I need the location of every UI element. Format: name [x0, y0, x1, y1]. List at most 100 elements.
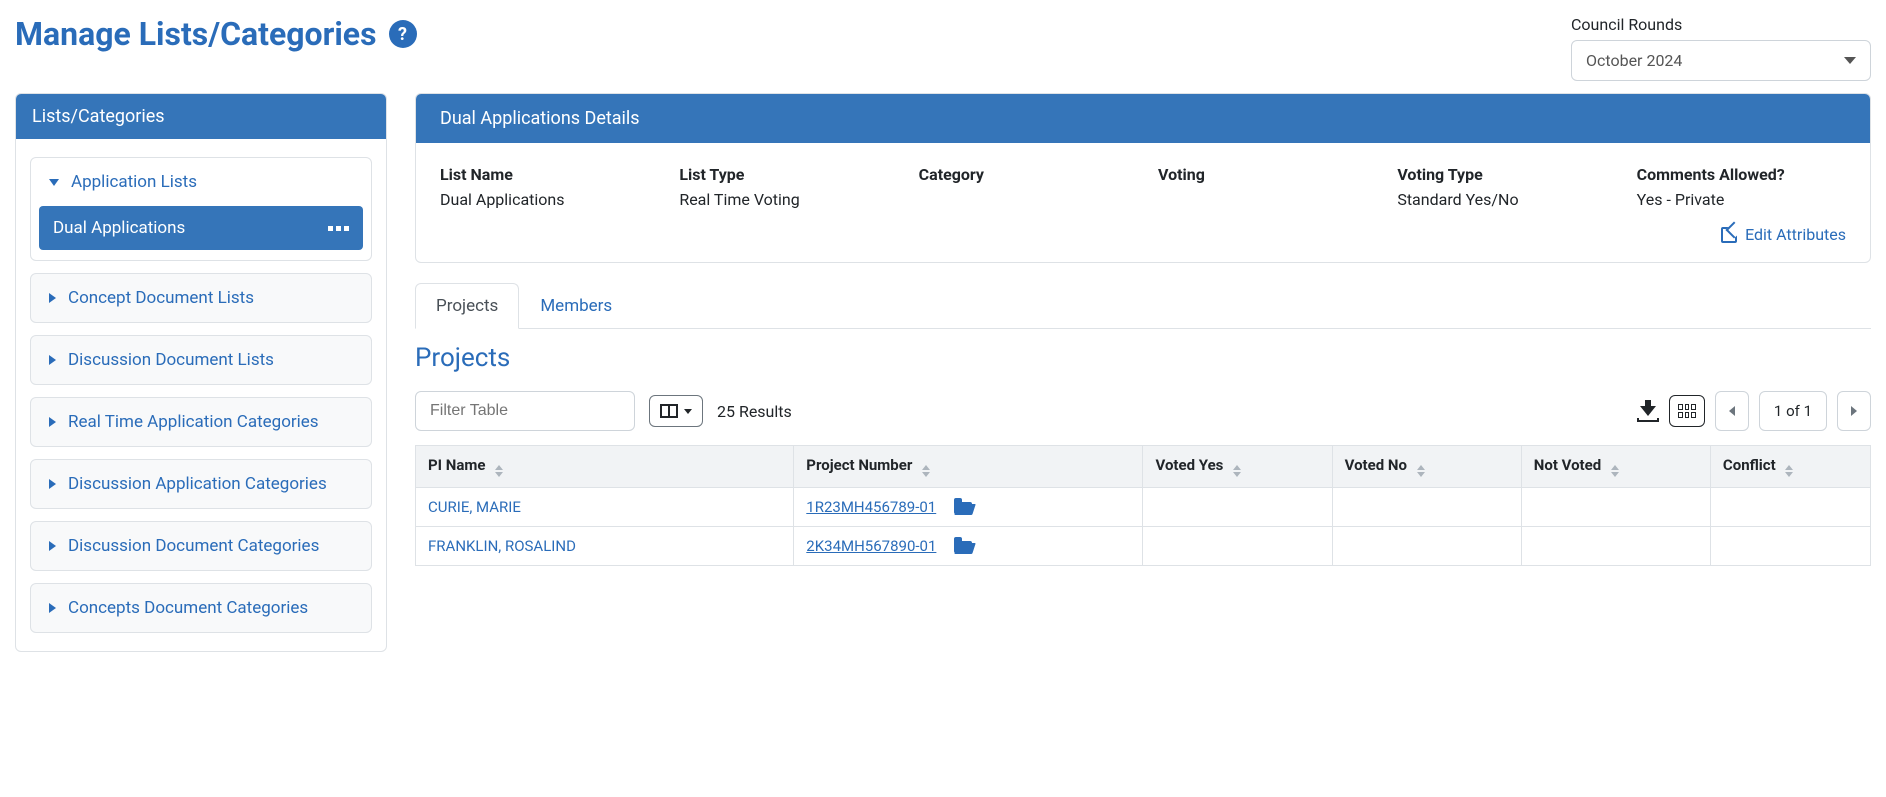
sidebar-group-label: Concepts Document Categories — [68, 598, 308, 618]
council-rounds-label: Council Rounds — [1571, 15, 1871, 34]
project-number-link[interactable]: 2K34MH567890-01 — [806, 537, 936, 555]
chevron-right-icon — [49, 417, 56, 427]
col-header-conflict[interactable]: Conflict — [1710, 446, 1870, 488]
chevron-down-icon — [1844, 57, 1856, 64]
page-title: Manage Lists/Categories ? — [15, 15, 417, 53]
sidebar-group-concepts-document-categories: Concepts Document Categories — [30, 583, 372, 633]
sidebar-panel-title: Lists/Categories — [16, 94, 386, 139]
sidebar-group-header[interactable]: Application Lists — [31, 158, 371, 206]
sort-icon — [1785, 465, 1793, 477]
edit-icon — [1721, 227, 1737, 243]
sidebar-group-label: Discussion Document Categories — [68, 536, 319, 556]
cell-not-voted — [1521, 527, 1710, 566]
cell-voted-yes — [1143, 527, 1332, 566]
grid-icon — [1678, 404, 1696, 418]
sidebar-item-label: Dual Applications — [53, 218, 185, 238]
sort-icon — [1611, 465, 1619, 477]
project-number-link[interactable]: 1R23MH456789-01 — [806, 498, 936, 516]
detail-label-list-type: List Type — [679, 165, 888, 184]
sidebar-group-header[interactable]: Discussion Document Categories — [31, 522, 371, 570]
detail-label-category: Category — [919, 165, 1128, 184]
sidebar-item-dual-applications[interactable]: Dual Applications — [39, 206, 363, 250]
tab-members-label: Members — [540, 296, 612, 316]
cell-conflict — [1710, 488, 1870, 527]
next-page-button[interactable] — [1837, 391, 1871, 431]
filter-table-input[interactable] — [415, 391, 635, 431]
edit-attributes-link[interactable]: Edit Attributes — [440, 225, 1846, 244]
detail-value-voting-type: Standard Yes/No — [1397, 190, 1606, 209]
col-header-project-number[interactable]: Project Number — [794, 446, 1143, 488]
prev-page-button[interactable] — [1715, 391, 1749, 431]
chevron-right-icon — [49, 293, 56, 303]
page-title-text: Manage Lists/Categories — [15, 15, 377, 53]
sidebar: Lists/Categories Application Lists Dual … — [15, 93, 387, 652]
sort-icon — [1417, 465, 1425, 477]
sidebar-group-real-time-application-categories: Real Time Application Categories — [30, 397, 372, 447]
cell-voted-no — [1332, 527, 1521, 566]
chevron-left-icon — [1729, 406, 1735, 416]
chevron-right-icon — [49, 355, 56, 365]
cell-conflict — [1710, 527, 1870, 566]
details-panel: Dual Applications Details List Name Dual… — [415, 93, 1871, 263]
council-rounds-value: October 2024 — [1586, 51, 1682, 70]
sidebar-group-label: Discussion Document Lists — [68, 350, 274, 370]
detail-value-list-type: Real Time Voting — [679, 190, 888, 209]
folder-open-icon[interactable] — [954, 502, 972, 514]
tab-projects-label: Projects — [436, 296, 498, 316]
folder-open-icon[interactable] — [954, 541, 972, 553]
sidebar-group-concept-document-lists: Concept Document Lists — [30, 273, 372, 323]
chevron-down-icon — [49, 179, 59, 186]
column-selector-button[interactable] — [649, 395, 703, 427]
detail-value-list-name: Dual Applications — [440, 190, 649, 209]
download-button[interactable] — [1637, 400, 1659, 422]
sidebar-group-header[interactable]: Discussion Document Lists — [31, 336, 371, 384]
sidebar-group-discussion-application-categories: Discussion Application Categories — [30, 459, 372, 509]
sidebar-group-label: Concept Document Lists — [68, 288, 254, 308]
cell-not-voted — [1521, 488, 1710, 527]
sidebar-group-header[interactable]: Concept Document Lists — [31, 274, 371, 322]
detail-label-voting: Voting — [1158, 165, 1367, 184]
sidebar-group-label: Application Lists — [71, 172, 197, 192]
sidebar-group-discussion-document-lists: Discussion Document Lists — [30, 335, 372, 385]
sidebar-group-discussion-document-categories: Discussion Document Categories — [30, 521, 372, 571]
pi-name-link[interactable]: CURIE, MARIE — [428, 498, 521, 516]
projects-section-title: Projects — [415, 343, 1871, 373]
sidebar-group-application-lists: Application Lists Dual Applications — [30, 157, 372, 261]
columns-icon — [660, 404, 678, 418]
tab-members[interactable]: Members — [519, 283, 633, 329]
tab-projects[interactable]: Projects — [415, 283, 519, 329]
sidebar-group-header[interactable]: Discussion Application Categories — [31, 460, 371, 508]
chevron-right-icon — [49, 603, 56, 613]
pi-name-link[interactable]: FRANKLIN, ROSALIND — [428, 537, 576, 555]
chevron-right-icon — [49, 541, 56, 551]
sidebar-group-label: Real Time Application Categories — [68, 412, 319, 432]
chevron-down-icon — [684, 409, 692, 414]
pager-text: 1 of 1 — [1759, 391, 1827, 431]
col-header-voted-no[interactable]: Voted No — [1332, 446, 1521, 488]
council-rounds-select[interactable]: October 2024 — [1571, 40, 1871, 81]
detail-label-comments: Comments Allowed? — [1637, 165, 1846, 184]
detail-label-list-name: List Name — [440, 165, 649, 184]
sidebar-group-header[interactable]: Real Time Application Categories — [31, 398, 371, 446]
detail-label-voting-type: Voting Type — [1397, 165, 1606, 184]
sidebar-group-header[interactable]: Concepts Document Categories — [31, 584, 371, 632]
sort-icon — [495, 465, 503, 477]
grid-view-button[interactable] — [1669, 395, 1705, 427]
col-header-not-voted[interactable]: Not Voted — [1521, 446, 1710, 488]
projects-table: PI Name Project Number Voted Yes Vo — [415, 445, 1871, 566]
cell-voted-yes — [1143, 488, 1332, 527]
cell-voted-no — [1332, 488, 1521, 527]
col-header-pi-name[interactable]: PI Name — [416, 446, 794, 488]
sort-icon — [922, 465, 930, 477]
table-row: FRANKLIN, ROSALIND 2K34MH567890-01 — [416, 527, 1871, 566]
results-count: 25 Results — [717, 402, 792, 421]
col-header-voted-yes[interactable]: Voted Yes — [1143, 446, 1332, 488]
help-icon[interactable]: ? — [389, 20, 417, 48]
detail-value-comments: Yes - Private — [1637, 190, 1846, 209]
table-row: CURIE, MARIE 1R23MH456789-01 — [416, 488, 1871, 527]
details-panel-title: Dual Applications Details — [416, 94, 1870, 143]
edit-attributes-label: Edit Attributes — [1745, 225, 1846, 244]
chevron-right-icon — [49, 479, 56, 489]
more-icon[interactable] — [328, 226, 349, 231]
chevron-right-icon — [1851, 406, 1857, 416]
